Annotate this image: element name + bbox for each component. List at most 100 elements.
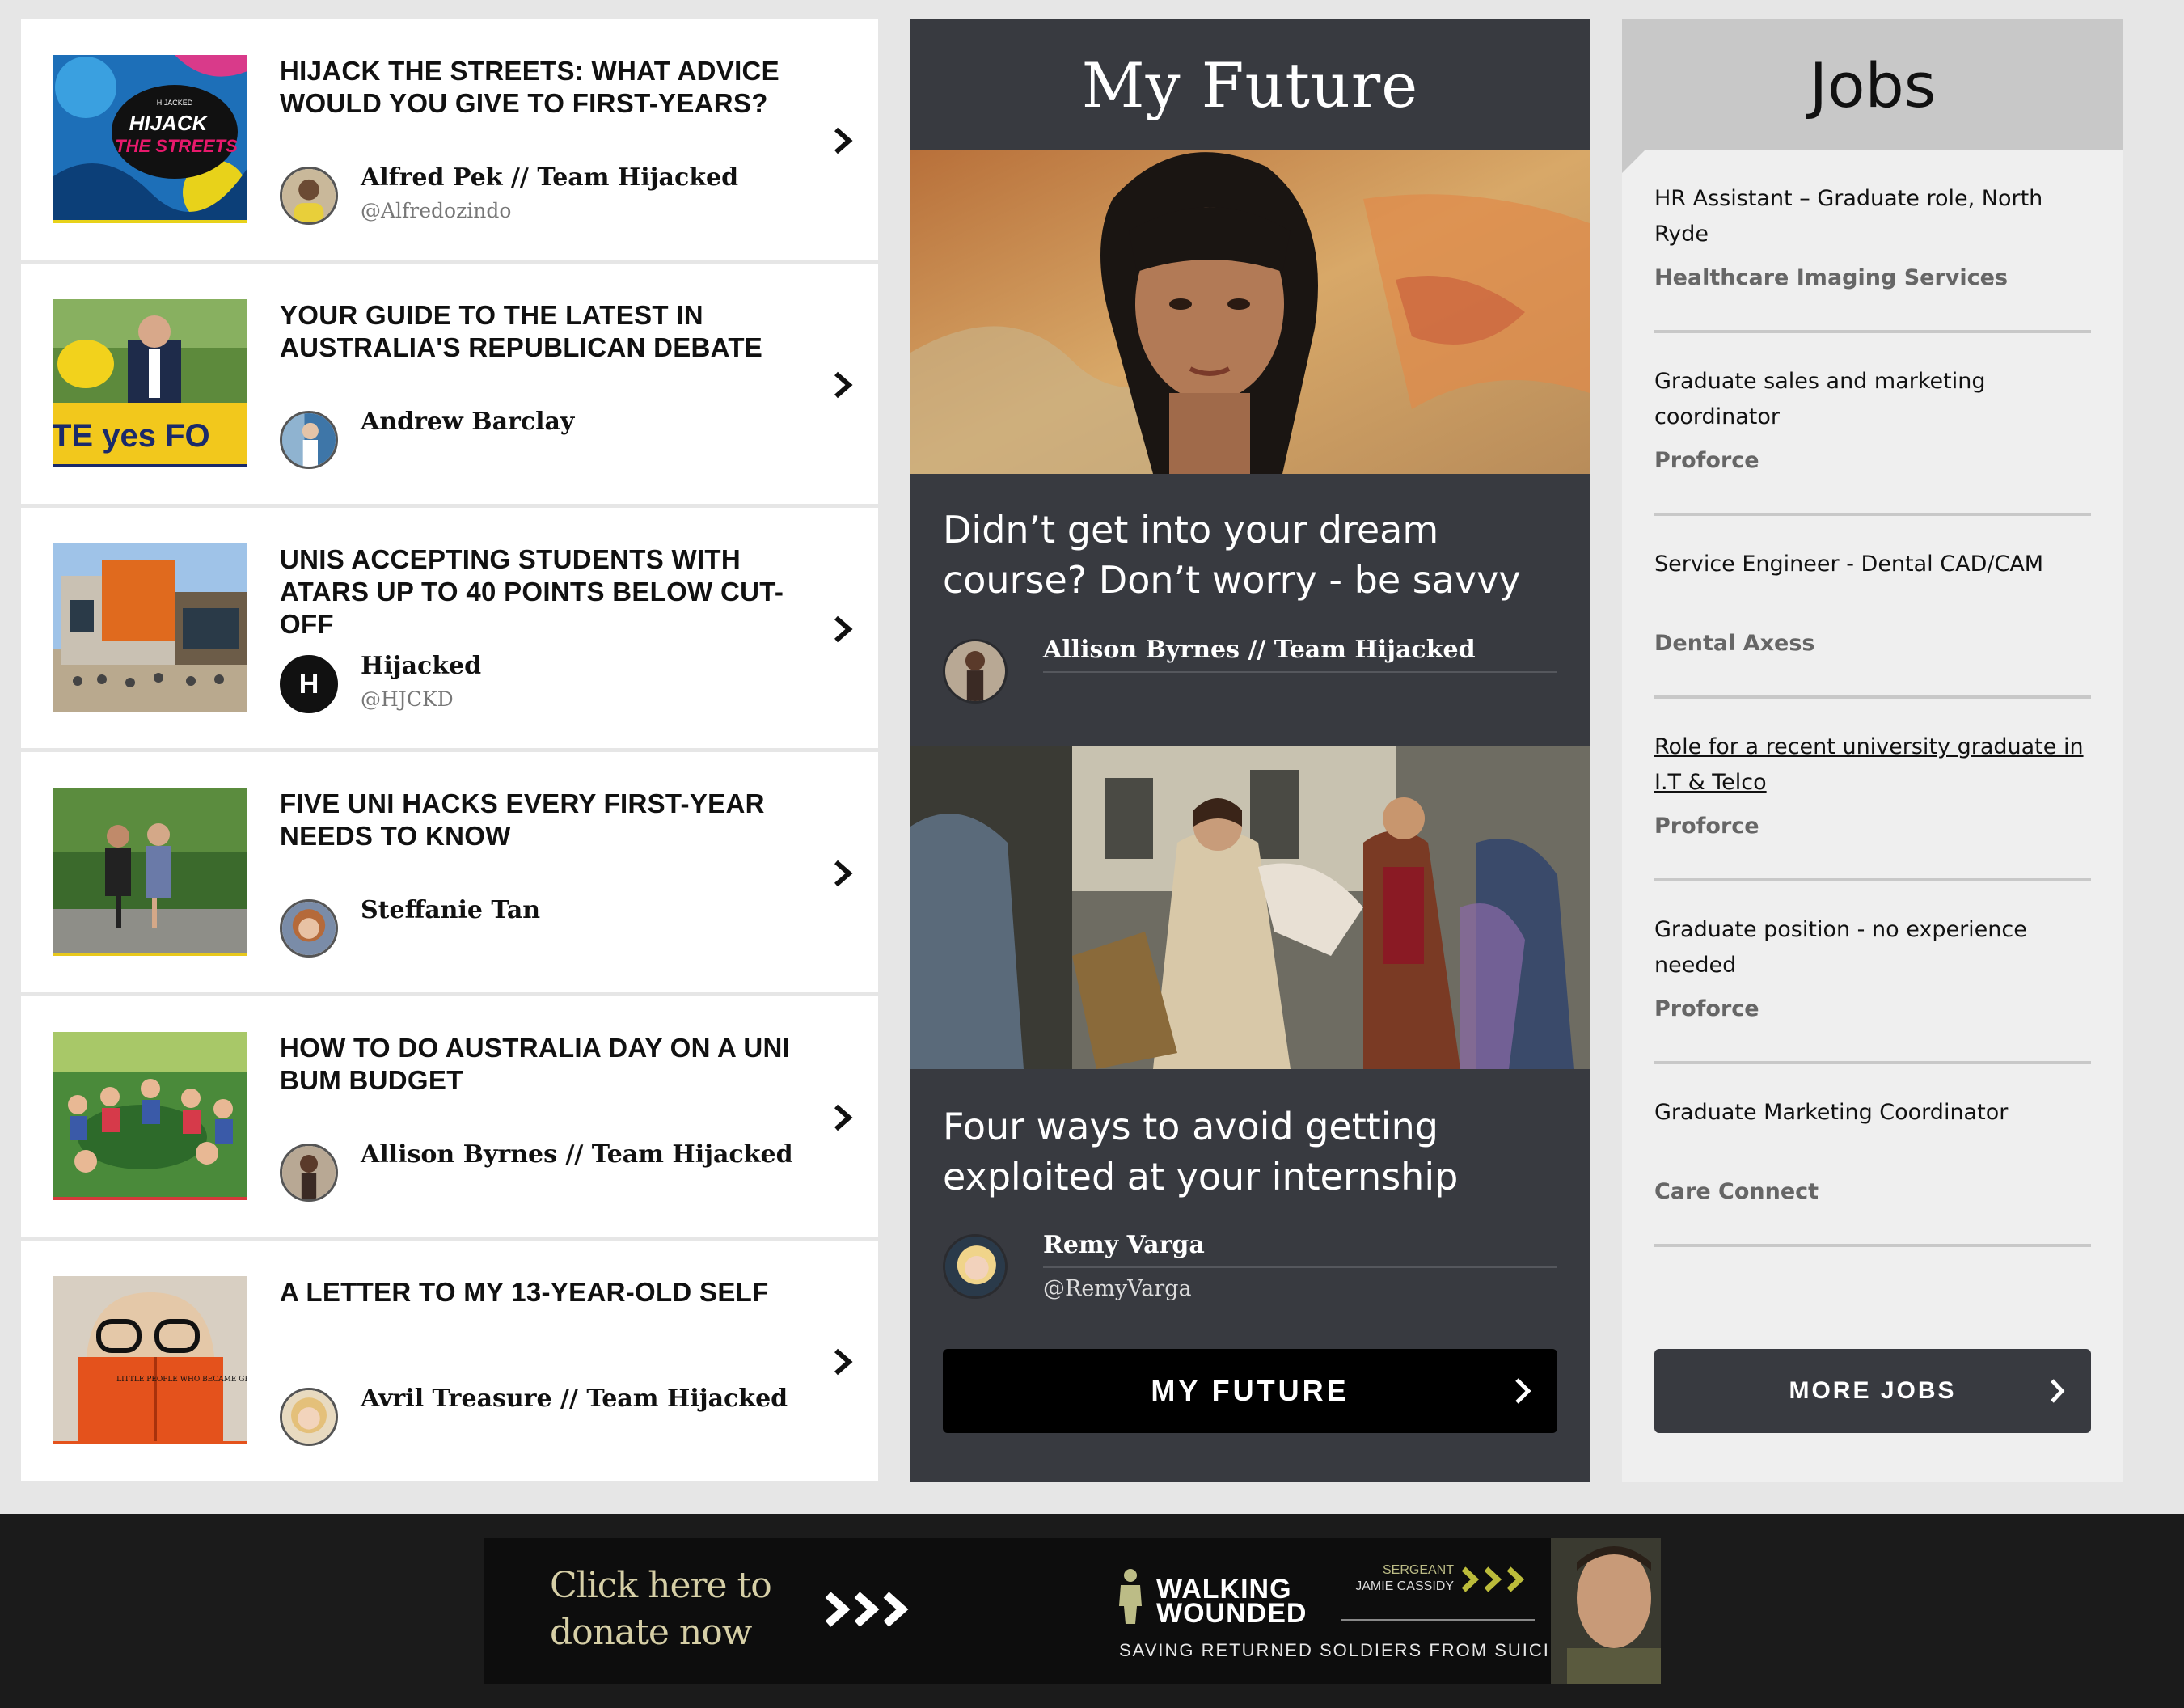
author-divider [1043, 671, 1557, 673]
banner-tagline: SAVING RETURNED SOLDIERS FROM SUICIDE [1119, 1640, 1578, 1660]
article-title[interactable]: HOW TO DO AUSTRALIA DAY ON A UNI BUM BUD… [280, 1032, 813, 1097]
story-photo[interactable] [910, 746, 1590, 1069]
svg-text:THE STREETS: THE STREETS [115, 136, 238, 156]
more-jobs-button[interactable]: MORE JOBS [1654, 1349, 2091, 1433]
job-company[interactable]: Proforce [1654, 996, 1759, 1021]
sergeant-rank: SERGEANT [1382, 1563, 1454, 1577]
my-future-button[interactable]: MY FUTURE [943, 1349, 1557, 1433]
my-future-heading[interactable]: My Future [1082, 49, 1418, 121]
article-card[interactable]: HOW TO DO AUSTRALIA DAY ON A UNI BUM BUD… [21, 996, 878, 1237]
job-title[interactable]: Graduate Marketing Coordinator [1654, 1095, 2091, 1131]
author-divider [1043, 1266, 1557, 1268]
chevron-right-icon[interactable] [831, 1101, 855, 1134]
donate-banner-ad[interactable]: Click here to donate now WALKING WOUNDED… [484, 1538, 1661, 1684]
job-divider [1654, 695, 2091, 699]
article-thumbnail[interactable]: HIJACKED HIJACK THE STREETS [53, 55, 247, 223]
job-company[interactable]: Proforce [1654, 448, 1759, 473]
job-title[interactable]: Graduate sales and marketing coordinator [1654, 364, 2091, 435]
story-author-handle[interactable]: @RemyVarga [1043, 1276, 1192, 1301]
my-future-panel: My Future Didn’t get into your dream cou… [910, 19, 1590, 1482]
article-thumbnail[interactable]: TE yes FO [53, 299, 247, 467]
avatar-letter: H [298, 668, 319, 700]
article-author[interactable]: Steffanie Tan [361, 896, 540, 924]
svg-text:HIJACKED: HIJACKED [157, 99, 193, 107]
chevron-right-icon [2051, 1379, 2065, 1403]
chevron-right-icon[interactable] [831, 369, 855, 401]
more-jobs-button-label: MORE JOBS [1789, 1377, 1957, 1404]
job-listing[interactable]: Role for a recent university graduate in… [1654, 729, 2091, 883]
author-avatar [943, 639, 1008, 704]
article-thumbnail[interactable] [53, 1032, 247, 1200]
article-author[interactable]: Andrew Barclay [361, 408, 574, 436]
article-card[interactable]: LITTLE PEOPLE WHO BECAME GREAT A LETTER … [21, 1241, 878, 1481]
story-author[interactable]: Remy Varga [1043, 1231, 1205, 1259]
chevron-right-icon [1515, 1378, 1531, 1404]
soldier-portrait [1551, 1538, 1661, 1684]
author-avatar [280, 1388, 338, 1446]
job-divider [1654, 1061, 2091, 1064]
header-notch [1622, 150, 1645, 173]
author-avatar [280, 167, 338, 225]
article-author-handle[interactable]: @HJCKD [361, 687, 454, 711]
story-photo[interactable] [910, 150, 1590, 474]
my-future-button-label: MY FUTURE [1151, 1374, 1350, 1407]
sergeant-name: JAMIE CASSIDY [1355, 1579, 1454, 1593]
author-avatar [280, 899, 338, 958]
job-listing[interactable]: Graduate sales and marketing coordinator… [1654, 364, 2091, 518]
article-author[interactable]: Avril Treasure // Team Hijacked [361, 1385, 788, 1413]
article-author[interactable]: Hijacked [361, 652, 481, 680]
article-title[interactable]: A LETTER TO MY 13-YEAR-OLD SELF [280, 1276, 813, 1308]
job-title[interactable]: Graduate position - no experience needed [1654, 912, 2091, 983]
article-author[interactable]: Alfred Pek // Team Hijacked [361, 163, 738, 192]
svg-text:HIJACK: HIJACK [129, 111, 209, 135]
article-list: HIJACKED HIJACK THE STREETS HIJACK THE S… [21, 19, 878, 1482]
my-future-header: My Future [910, 19, 1590, 150]
job-title[interactable]: Service Engineer - Dental CAD/CAM [1654, 547, 2091, 582]
jobs-panel: Jobs HR Assistant – Graduate role, North… [1622, 19, 2123, 1482]
job-company[interactable]: Care Connect [1654, 1179, 1819, 1204]
article-title[interactable]: FIVE UNI HACKS EVERY FIRST-YEAR NEEDS TO… [280, 788, 813, 852]
job-company[interactable]: Dental Axess [1654, 631, 1815, 656]
banner-divider [1341, 1619, 1535, 1621]
chevron-right-icon[interactable] [831, 857, 855, 890]
donate-line-1: Click here to [550, 1565, 772, 1606]
svg-text:TE yes FO: TE yes FO [53, 418, 210, 454]
article-thumbnail[interactable]: LITTLE PEOPLE WHO BECAME GREAT [53, 1276, 247, 1444]
job-divider [1654, 878, 2091, 881]
walking-wounded-logo: WALKING WOUNDED [1156, 1575, 1307, 1629]
author-avatar [280, 411, 338, 469]
job-divider [1654, 330, 2091, 333]
article-card[interactable]: HIJACKED HIJACK THE STREETS HIJACK THE S… [21, 19, 878, 260]
job-listing[interactable]: HR Assistant – Graduate role, North Ryde… [1654, 181, 2091, 335]
job-title[interactable]: Role for a recent university graduate in… [1654, 729, 2091, 801]
job-listing[interactable]: Service Engineer - Dental CAD/CAM Dental… [1654, 547, 2091, 700]
job-listing[interactable]: Graduate Marketing Coordinator Care Conn… [1654, 1095, 2091, 1249]
chevron-right-icon[interactable] [831, 125, 855, 157]
job-listing[interactable]: Graduate position - no experience needed… [1654, 912, 2091, 1066]
brand-line-2: WOUNDED [1156, 1598, 1307, 1629]
job-company[interactable]: Proforce [1654, 814, 1759, 839]
article-title[interactable]: HIJACK THE STREETS: WHAT ADVICE WOULD YO… [280, 55, 813, 120]
jobs-heading[interactable]: Jobs [1810, 49, 1937, 121]
chevron-right-icon[interactable] [831, 613, 855, 645]
article-title[interactable]: YOUR GUIDE TO THE LATEST IN AUSTRALIA'S … [280, 299, 813, 364]
story-title[interactable]: Didn’t get into your dream course? Don’t… [943, 505, 1557, 605]
svg-text:LITTLE PEOPLE WHO BECAME GREAT: LITTLE PEOPLE WHO BECAME GREAT [116, 1376, 247, 1384]
article-author[interactable]: Allison Byrnes // Team Hijacked [361, 1140, 793, 1169]
sergeant-caption: SERGEANT JAMIE CASSIDY [1341, 1562, 1454, 1595]
story-title[interactable]: Four ways to avoid getting exploited at … [943, 1101, 1557, 1202]
article-author-handle[interactable]: @Alfredozindo [361, 199, 511, 222]
article-thumbnail[interactable] [53, 543, 247, 712]
job-company[interactable]: Healthcare Imaging Services [1654, 265, 2008, 290]
article-thumbnail[interactable] [53, 788, 247, 956]
article-card[interactable]: FIVE UNI HACKS EVERY FIRST-YEAR NEEDS TO… [21, 752, 878, 992]
donate-text[interactable]: Click here to donate now [550, 1562, 809, 1656]
article-title[interactable]: UNIS ACCEPTING STUDENTS WITH ATARS UP TO… [280, 543, 813, 640]
chevron-right-icon[interactable] [831, 1346, 855, 1378]
soldier-icon [1119, 1569, 1142, 1624]
story-author[interactable]: Allison Byrnes // Team Hijacked [1043, 636, 1476, 664]
article-card[interactable]: UNIS ACCEPTING STUDENTS WITH ATARS UP TO… [21, 508, 878, 748]
article-card[interactable]: TE yes FO YOUR GUIDE TO THE LATEST IN AU… [21, 264, 878, 504]
triple-chevron-icon [825, 1592, 909, 1627]
job-title[interactable]: HR Assistant – Graduate role, North Ryde [1654, 181, 2091, 252]
